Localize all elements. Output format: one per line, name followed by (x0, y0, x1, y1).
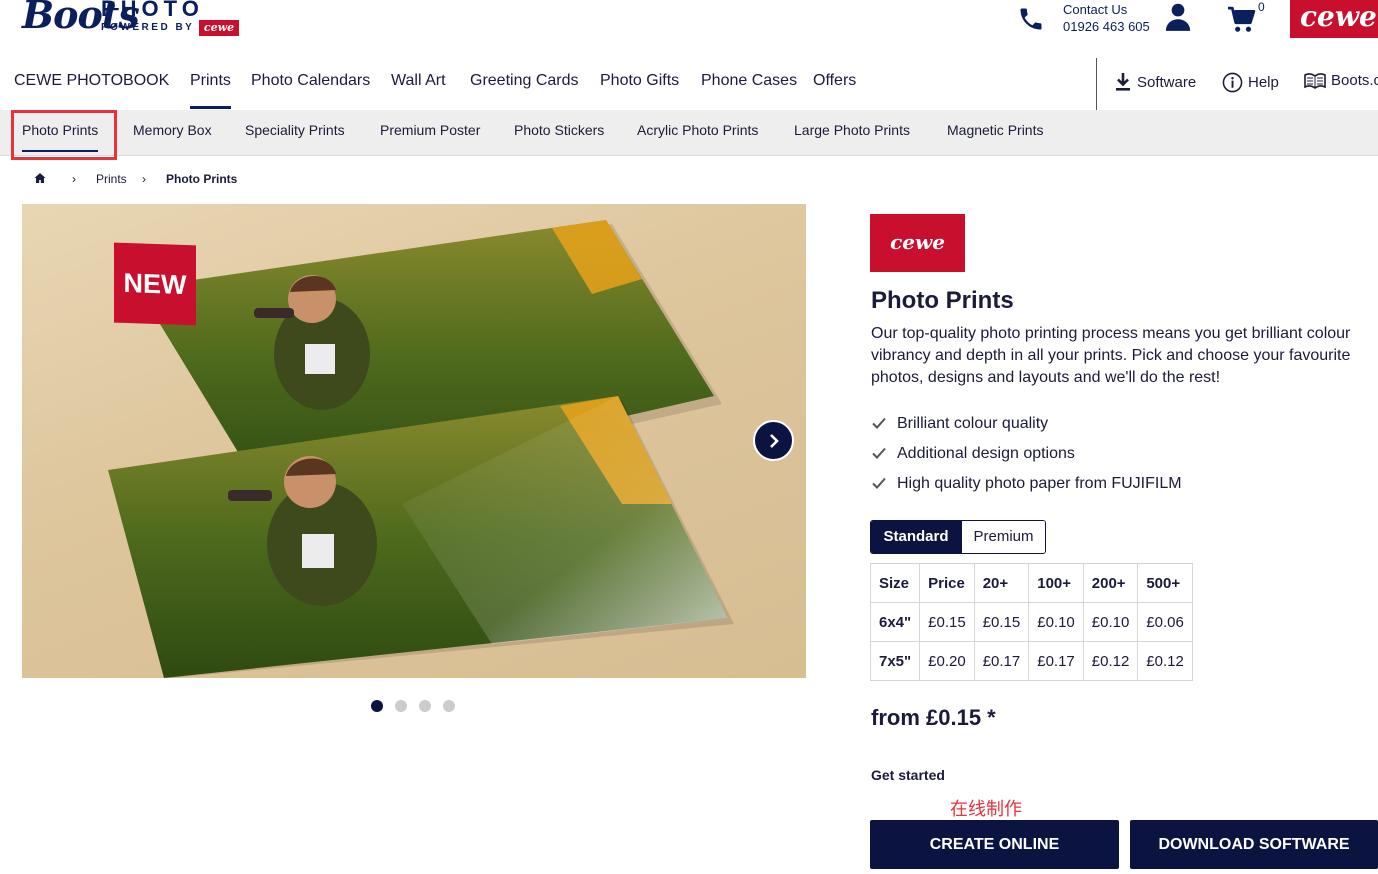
subnav-speciality-prints[interactable]: Speciality Prints (245, 122, 345, 138)
help-label: Help (1248, 74, 1279, 91)
software-link[interactable]: Software (1114, 72, 1196, 92)
subnav-premium-poster[interactable]: Premium Poster (380, 122, 480, 138)
subnav-acrylic-photo-prints[interactable]: Acrylic Photo Prints (637, 122, 758, 138)
table-cell: £0.20 (919, 641, 975, 681)
new-badge: NEW (114, 242, 196, 326)
price-table: Size Price 20+ 100+ 200+ 500+ 6x4" £0.15… (869, 563, 1193, 681)
nav-offers[interactable]: Offers (813, 72, 856, 90)
product-title: Photo Prints (871, 287, 1014, 314)
cewe-small-logo: cewe (199, 20, 239, 36)
quality-toggle: Standard Premium (870, 520, 1046, 554)
feature-text: High quality photo paper from FUJIFILM (897, 475, 1182, 492)
open-book-icon (1304, 72, 1326, 89)
subnav-photo-stickers[interactable]: Photo Stickers (514, 122, 604, 138)
feature-text: Brilliant colour quality (897, 415, 1049, 432)
logo-powered-by-text: POWERED BY (101, 22, 195, 33)
home-icon[interactable] (34, 172, 46, 187)
nav-photo-gifts[interactable]: Photo Gifts (600, 72, 679, 90)
highlight-annotation-box (11, 110, 117, 160)
feature-item: Brilliant colour quality (871, 413, 1182, 443)
from-price: from £0.15 * (871, 705, 996, 730)
table-cell: 6x4" (869, 602, 921, 642)
check-icon (872, 447, 886, 459)
carousel-next-button[interactable] (753, 420, 794, 461)
nav-prints[interactable]: Prints (190, 72, 231, 109)
table-cell: £0.15 (973, 602, 1030, 642)
main-navigation: CEWE PHOTOBOOK Prints Photo Calendars Wa… (0, 58, 1378, 110)
carousel-dot[interactable] (443, 700, 455, 712)
breadcrumb-separator: › (72, 172, 76, 186)
chevron-right-icon (770, 434, 779, 448)
table-cell: £0.06 (1137, 602, 1193, 642)
breadcrumb-prints[interactable]: Prints (96, 172, 127, 186)
check-icon (872, 417, 886, 429)
site-header: Boots PHOTO POWERED BY cewe Contact Us 0… (0, 0, 1378, 56)
nav-wall-art[interactable]: Wall Art (391, 72, 446, 90)
product-hero-image: NEW (22, 204, 806, 678)
feature-item: Additional design options (871, 443, 1182, 473)
user-icon[interactable] (1164, 2, 1192, 32)
table-row: 6x4" £0.15 £0.15 £0.10 £0.10 £0.06 (869, 602, 1193, 642)
breadcrumb-current: Photo Prints (166, 172, 238, 186)
cart-count-badge: 0 (1258, 0, 1265, 14)
table-cell: £0.12 (1137, 641, 1193, 681)
feature-text: Additional design options (897, 445, 1075, 462)
carousel-dot[interactable] (419, 700, 431, 712)
table-header-cell: Size (869, 563, 921, 603)
table-cell: £0.17 (1028, 641, 1084, 681)
premium-option[interactable]: Premium (961, 521, 1045, 553)
subnav-memory-box[interactable]: Memory Box (133, 122, 212, 138)
table-header-cell: 200+ (1082, 563, 1139, 603)
nav-photo-calendars[interactable]: Photo Calendars (251, 72, 370, 90)
cewe-corner-logo[interactable]: cewe (1290, 0, 1378, 38)
standard-option[interactable]: Standard (871, 521, 961, 553)
table-cell: £0.17 (973, 641, 1030, 681)
nav-divider (1096, 58, 1097, 110)
subnav-large-photo-prints[interactable]: Large Photo Prints (794, 122, 910, 138)
boots-site-link[interactable]: Boots.c (1304, 72, 1378, 89)
get-started-label: Get started (871, 767, 945, 783)
carousel-dot[interactable] (371, 700, 383, 712)
download-software-button[interactable]: DOWNLOAD SOFTWARE (1130, 820, 1378, 869)
boots-label: Boots.c (1331, 72, 1378, 89)
subnav-magnetic-prints[interactable]: Magnetic Prints (947, 122, 1043, 138)
check-icon (872, 477, 886, 489)
table-cell: £0.10 (1082, 602, 1139, 642)
product-description: Our top-quality photo printing process m… (871, 325, 1351, 386)
help-link[interactable]: Help (1222, 72, 1279, 93)
cewe-brand-logo: cewe (870, 214, 965, 272)
table-header-cell: Price (919, 563, 975, 603)
table-cell: £0.12 (1082, 641, 1139, 681)
phone-icon[interactable] (1017, 4, 1045, 32)
nav-phone-cases[interactable]: Phone Cases (701, 72, 797, 90)
nav-greeting-cards[interactable]: Greeting Cards (470, 72, 579, 90)
carousel-dot[interactable] (395, 700, 407, 712)
feature-item: High quality photo paper from FUJIFILM (871, 473, 1182, 503)
table-header-cell: 20+ (973, 563, 1030, 603)
cart-icon[interactable] (1226, 6, 1258, 34)
download-icon (1116, 73, 1130, 91)
feature-list: Brilliant colour quality Additional desi… (871, 413, 1182, 503)
table-cell: £0.15 (919, 602, 975, 642)
info-icon (1222, 72, 1243, 93)
table-header-cell: 100+ (1028, 563, 1084, 603)
software-label: Software (1137, 73, 1197, 91)
annotation-label: 在线制作 (950, 799, 1022, 820)
contact-phone-number[interactable]: 01926 463 605 (1063, 19, 1150, 34)
table-row: 7x5" £0.20 £0.17 £0.17 £0.12 £0.12 (869, 641, 1193, 681)
contact-us-link[interactable]: Contact Us (1063, 2, 1127, 17)
table-cell: 7x5" (869, 641, 921, 681)
sub-navigation: Photo Prints Memory Box Speciality Print… (0, 110, 1378, 156)
table-header-row: Size Price 20+ 100+ 200+ 500+ (869, 563, 1193, 603)
create-online-button[interactable]: CREATE ONLINE (870, 820, 1119, 869)
table-header-cell: 500+ (1137, 563, 1193, 603)
breadcrumb-separator: › (142, 172, 146, 186)
logo-photo-text: PHOTO (101, 0, 204, 21)
nav-cewe-photobook[interactable]: CEWE PHOTOBOOK (14, 72, 169, 90)
table-cell: £0.10 (1028, 602, 1084, 642)
